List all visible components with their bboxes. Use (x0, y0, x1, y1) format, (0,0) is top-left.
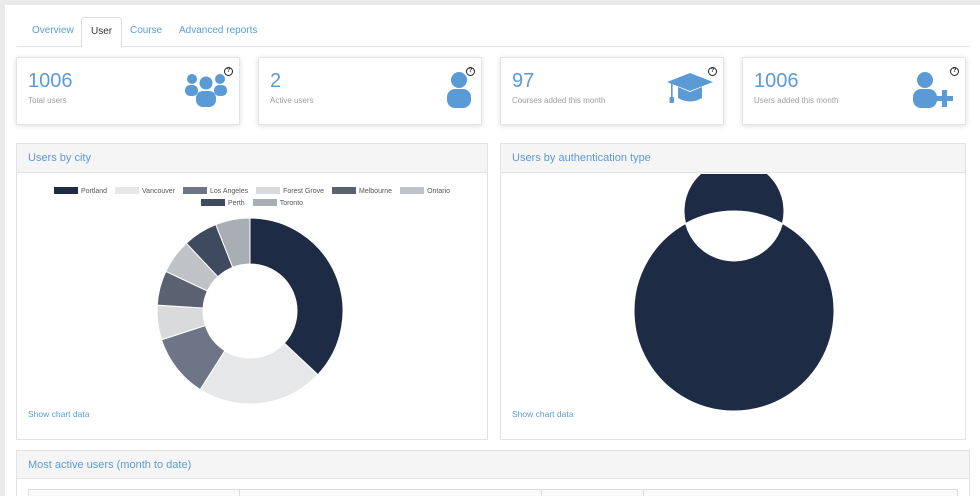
users-by-city-panel: Users by city Portland Vancouver Los Angel… (16, 143, 488, 440)
report-tabs: Overview User Course Advanced reports (17, 17, 970, 48)
users-by-auth-title: Users by authentication type (501, 144, 965, 173)
users-added-value: 1006 (754, 70, 799, 92)
tab-user[interactable]: User (81, 17, 123, 48)
table-column-divider (541, 490, 542, 496)
courses-added-label: Courses added this month (512, 96, 606, 105)
stat-card-users-added: 1006 Users added this month ? (742, 57, 966, 125)
help-icon[interactable]: ? (466, 67, 475, 76)
auth-donut-chart (633, 174, 835, 412)
stat-card-courses-added: 97 Courses added this month ? (500, 57, 724, 125)
stat-card-active-users: 2 Active users ? (258, 57, 482, 125)
donut-slice-portland[interactable] (249, 217, 344, 376)
user-icon (447, 72, 471, 108)
city-show-chart-data-link[interactable]: Show chart data (28, 409, 89, 419)
most-active-users-panel: Most active users (month to date) (16, 450, 970, 496)
most-active-users-title: Most active users (month to date) (17, 451, 969, 479)
tab-advanced-reports[interactable]: Advanced reports (170, 17, 266, 47)
graduation-cap-icon (667, 73, 713, 103)
total-users-value: 1006 (28, 70, 73, 92)
stat-card-total-users: 1006 Total users ? (16, 57, 240, 125)
users-by-auth-panel: Users by authentication type manual Show… (500, 143, 966, 440)
most-active-users-table-header (28, 489, 958, 496)
table-column-divider (643, 490, 644, 496)
users-added-label: Users added this month (754, 96, 839, 105)
auth-show-chart-data-link[interactable]: Show chart data (512, 409, 573, 419)
tab-course[interactable]: Course (121, 17, 171, 47)
total-users-label: Total users (28, 96, 67, 105)
users-group-icon (185, 74, 227, 107)
city-donut-chart (156, 217, 344, 405)
help-icon[interactable]: ? (708, 67, 717, 76)
active-users-label: Active users (270, 96, 314, 105)
courses-added-value: 97 (512, 70, 535, 92)
help-icon[interactable]: ? (224, 67, 233, 76)
users-by-city-title: Users by city (17, 144, 487, 173)
active-users-value: 2 (270, 70, 282, 92)
user-add-icon (913, 72, 953, 108)
donut-slice-manual[interactable] (633, 174, 835, 412)
tab-overview[interactable]: Overview (23, 17, 83, 47)
help-icon[interactable]: ? (950, 67, 959, 76)
report-page: Overview User Course Advanced reports 10… (5, 5, 980, 496)
table-column-divider (239, 490, 240, 496)
